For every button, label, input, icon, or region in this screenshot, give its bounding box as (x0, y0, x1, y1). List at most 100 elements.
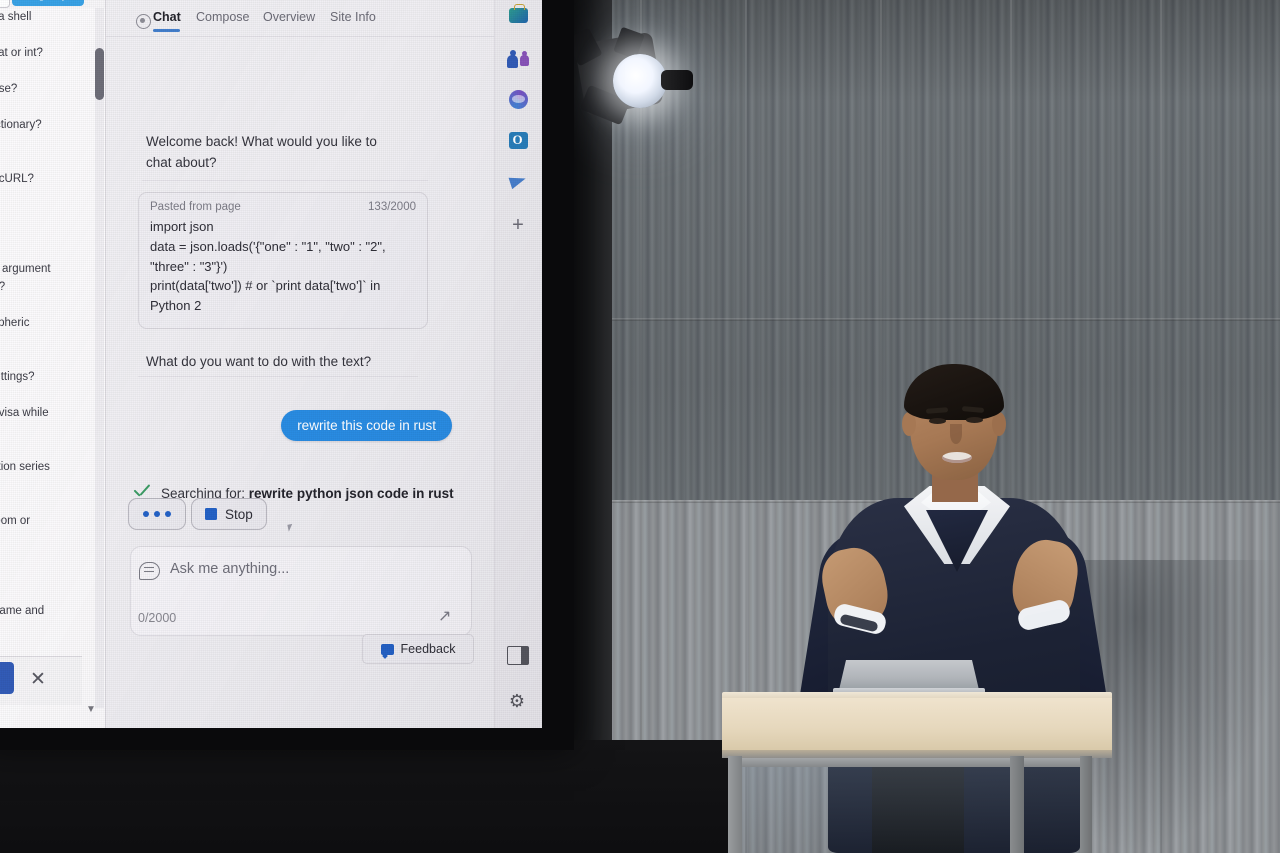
laptop-lid (839, 660, 979, 690)
feedback-button[interactable]: Feedback (362, 634, 474, 664)
pasted-content-card: Pasted from page 133/2000 import json da… (138, 192, 428, 329)
chat-input-char-count: 0/2000 (138, 611, 177, 625)
chat-input-placeholder[interactable]: Ask me anything... (170, 561, 289, 577)
podium-edge (722, 750, 1112, 758)
cookie-accept-button[interactable]: ook (0, 662, 14, 694)
list-item[interactable]: it fittings? (0, 370, 94, 388)
presenter-hair (904, 364, 1004, 420)
presenter-eye (929, 418, 946, 424)
tab-chat[interactable]: Chat (153, 10, 181, 24)
bot-greeting-message: Welcome back! What would you like to cha… (146, 134, 377, 170)
dot (154, 511, 160, 517)
list-item[interactable]: ng argument (0, 262, 94, 280)
message-divider (138, 376, 418, 377)
list-item[interactable]: on? (0, 280, 94, 298)
stop-square-icon (205, 508, 217, 520)
spotlight-knob (661, 70, 693, 90)
close-icon[interactable]: ✕ (30, 668, 46, 691)
webpage-content-pane: g in Sign up in a shell float or int? I … (0, 0, 106, 728)
projected-browser-screen: g in Sign up in a shell float or int? I … (0, 0, 542, 728)
list-item[interactable]: ospheric (0, 316, 94, 334)
list-item[interactable]: th cURL? (0, 172, 94, 190)
podium (722, 692, 1112, 853)
bing-chat-sidepane: Discover Chat Compose Overview Site Info… (106, 0, 494, 728)
list-item[interactable]: I use? (0, 82, 94, 100)
tab-overview[interactable]: Overview (263, 10, 315, 24)
dot (143, 511, 149, 517)
chat-input-box[interactable] (130, 546, 472, 636)
gear-icon[interactable]: ⚙ (506, 690, 528, 712)
wall-seam-upper (560, 318, 1280, 321)
paper-plane-icon[interactable] (505, 168, 531, 194)
pasted-char-count: 133/2000 (368, 201, 416, 213)
podium-glass-panel (742, 767, 1010, 853)
list-item[interactable]: rk visa while (0, 406, 94, 424)
tab-site-info[interactable]: Site Info (330, 10, 376, 24)
list-item[interactable]: dictionary? (0, 118, 94, 136)
dot (165, 511, 171, 517)
message-divider (142, 180, 428, 181)
searching-query: rewrite python json code in rust (248, 485, 454, 501)
signup-button[interactable]: Sign up (12, 0, 84, 6)
podium-leg (1080, 756, 1092, 853)
podium-front-panel (722, 698, 1112, 752)
question-list: in a shell float or int? I use? dictiona… (0, 10, 94, 694)
globe-browser-icon[interactable] (505, 86, 531, 112)
login-button[interactable]: g in (0, 0, 10, 8)
more-options-icon[interactable] (128, 498, 186, 530)
spotlight-lens (613, 54, 667, 108)
caret-down-icon[interactable]: ▼ (86, 704, 96, 715)
projection-screen-frame: g in Sign up in a shell float or int? I … (0, 0, 574, 750)
pasted-card-header: Pasted from page 133/2000 (150, 201, 416, 213)
list-item[interactable]: fiction series (0, 460, 94, 478)
list-item[interactable]: Room or (0, 514, 94, 532)
list-item[interactable]: in a shell (0, 10, 94, 28)
feedback-icon (380, 643, 394, 655)
stage-scene: g in Sign up in a shell float or int? I … (0, 0, 1280, 853)
shopping-bag-icon[interactable] (505, 2, 531, 28)
tab-active-indicator (153, 29, 180, 32)
people-icon[interactable] (505, 46, 531, 72)
outlook-icon[interactable] (505, 127, 531, 153)
user-message-bubble: rewrite this code in rust (281, 410, 452, 441)
sidepane-tab-bar: Chat Compose Overview Site Info (106, 10, 494, 36)
list-item[interactable]: float or int? (0, 46, 94, 64)
stop-button-label: Stop (225, 506, 253, 522)
add-app-button[interactable]: + (505, 213, 531, 239)
split-screen-icon[interactable] (507, 646, 529, 665)
list-item[interactable]: nframe and (0, 604, 94, 622)
presenter-mouth (942, 452, 972, 463)
chat-bubble-icon (136, 14, 151, 29)
tab-compose[interactable]: Compose (196, 10, 250, 24)
stop-button[interactable]: Stop (191, 498, 267, 530)
expand-icon[interactable]: ↗ (438, 608, 455, 625)
presenter-eye (966, 417, 983, 423)
presenter-nose (950, 424, 962, 444)
stage-spotlight (565, 26, 715, 140)
podium-leg (1010, 756, 1024, 853)
page-scrollbar-track[interactable] (95, 8, 104, 708)
pasted-from-page-label: Pasted from page (150, 201, 241, 213)
compose-icon (139, 562, 160, 580)
page-scrollbar-thumb[interactable] (95, 48, 104, 100)
edge-sidebar-rail: + ⚙ (494, 0, 542, 728)
